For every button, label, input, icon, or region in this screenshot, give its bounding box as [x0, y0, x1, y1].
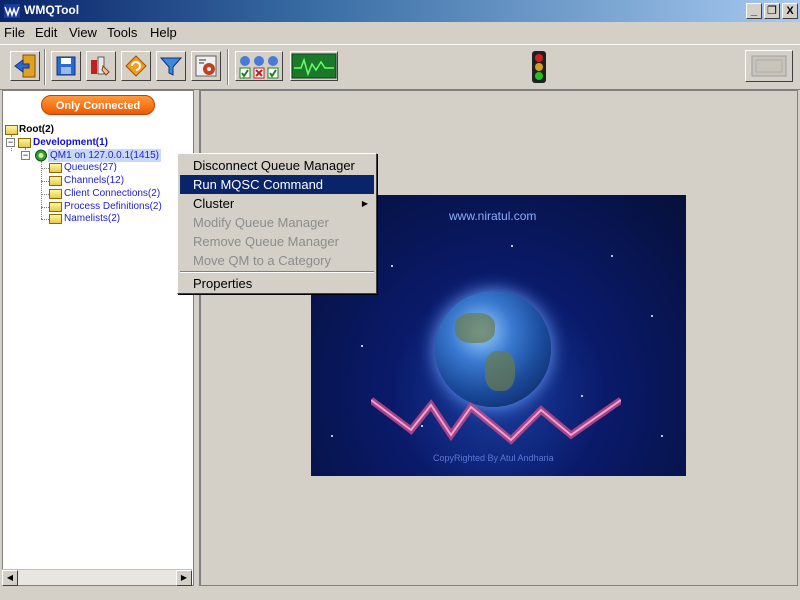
star: [661, 435, 663, 437]
menu-modify-queue-manager[interactable]: Modify Queue Manager: [180, 213, 374, 232]
save-icon: [56, 56, 76, 76]
tree-panel: Only Connected Root(2) − Development(1) …: [2, 90, 194, 586]
tree-node-root[interactable]: Root(2): [19, 123, 54, 136]
panel-icon: [751, 55, 787, 77]
app-logo-icon: [4, 4, 20, 18]
tree-line: [41, 168, 49, 169]
close-button[interactable]: X: [782, 3, 798, 19]
menu-disconnect-queue-manager[interactable]: Disconnect Queue Manager: [180, 156, 374, 175]
tree-node-client-connections[interactable]: Client Connections(2): [64, 187, 160, 200]
scroll-right-icon[interactable]: ▶: [176, 570, 192, 586]
globe-land: [455, 313, 495, 343]
menu-help[interactable]: Help: [150, 25, 177, 40]
window-title: WMQTool: [24, 3, 80, 17]
folder-icon: [49, 214, 62, 224]
tree-line: [41, 181, 49, 182]
tree-node-development[interactable]: Development(1): [33, 136, 108, 149]
restore-button[interactable]: ❐: [764, 3, 780, 19]
folder-icon: [5, 125, 18, 135]
tree-line: [41, 207, 49, 208]
menu-run-mqsc-command[interactable]: Run MQSC Command: [180, 175, 374, 194]
folder-icon: [18, 138, 31, 148]
traffic-light-icon: [532, 51, 546, 83]
title-bar: WMQTool _ ❐ X: [0, 0, 800, 22]
tree-node-queues[interactable]: Queues(27): [64, 161, 117, 174]
menu-separator: [180, 271, 374, 273]
monitor-button[interactable]: [290, 51, 338, 81]
refresh-icon: [125, 55, 147, 77]
menu-tools[interactable]: Tools: [107, 25, 137, 40]
filter-button[interactable]: [156, 51, 186, 81]
submenu-arrow-icon: ▶: [361, 199, 368, 208]
menu-cluster[interactable]: Cluster ▶: [180, 194, 374, 213]
exit-icon: [14, 54, 36, 78]
star: [331, 435, 333, 437]
settings-button[interactable]: [191, 51, 221, 81]
manage-button[interactable]: [86, 51, 116, 81]
tree-line: [41, 194, 49, 195]
horizontal-scrollbar[interactable]: ◀ ▶: [2, 569, 192, 586]
refresh-button[interactable]: [121, 51, 151, 81]
only-connected-button[interactable]: Only Connected: [41, 95, 155, 115]
splash-url: www.niratul.com: [449, 209, 537, 223]
scroll-left-icon[interactable]: ◀: [2, 570, 18, 586]
tree-node-channels[interactable]: Channels(12): [64, 174, 124, 187]
toolbar: [0, 44, 800, 90]
menu-bar: File Edit View Tools Help: [0, 22, 800, 44]
manage-icon: [91, 56, 110, 76]
tree-line: [41, 219, 49, 220]
folder-icon: [49, 189, 62, 199]
menu-edit[interactable]: Edit: [35, 25, 57, 40]
queue-manager-icon: [35, 149, 47, 162]
context-menu: Disconnect Queue Manager Run MQSC Comman…: [177, 153, 377, 294]
toolbar-separator: [227, 49, 229, 85]
menu-view[interactable]: View: [69, 25, 97, 40]
toolbar-separator: [44, 49, 46, 85]
tree-line: [41, 161, 42, 219]
star: [511, 245, 513, 247]
star: [391, 265, 393, 267]
exit-button[interactable]: [10, 51, 40, 81]
save-button[interactable]: [51, 51, 81, 81]
collapse-icon[interactable]: −: [6, 138, 15, 147]
queue-status-button[interactable]: [235, 51, 283, 81]
menu-cluster-label: Cluster: [193, 196, 235, 211]
monitor-icon: [291, 53, 337, 79]
filter-icon: [159, 57, 183, 76]
menu-remove-queue-manager[interactable]: Remove Queue Manager: [180, 232, 374, 251]
panel-button[interactable]: [745, 50, 793, 82]
status-bar: [0, 588, 800, 600]
wmq-logo-icon: [371, 397, 621, 445]
star: [651, 315, 653, 317]
collapse-icon[interactable]: −: [21, 151, 30, 160]
folder-icon: [49, 163, 62, 173]
queue-status-icon: [239, 56, 279, 79]
menu-file[interactable]: File: [4, 25, 25, 40]
splash-copyright: CopyRighted By Atul Andharia: [433, 453, 554, 463]
folder-icon: [49, 202, 62, 212]
menu-move-qm-to-category[interactable]: Move QM to a Category: [180, 251, 374, 270]
minimize-button[interactable]: _: [746, 3, 762, 19]
star: [361, 345, 363, 347]
tree-node-namelists[interactable]: Namelists(2): [64, 212, 120, 225]
folder-icon: [49, 176, 62, 186]
settings-icon: [195, 55, 217, 77]
star: [611, 255, 613, 257]
menu-properties[interactable]: Properties: [180, 274, 374, 293]
